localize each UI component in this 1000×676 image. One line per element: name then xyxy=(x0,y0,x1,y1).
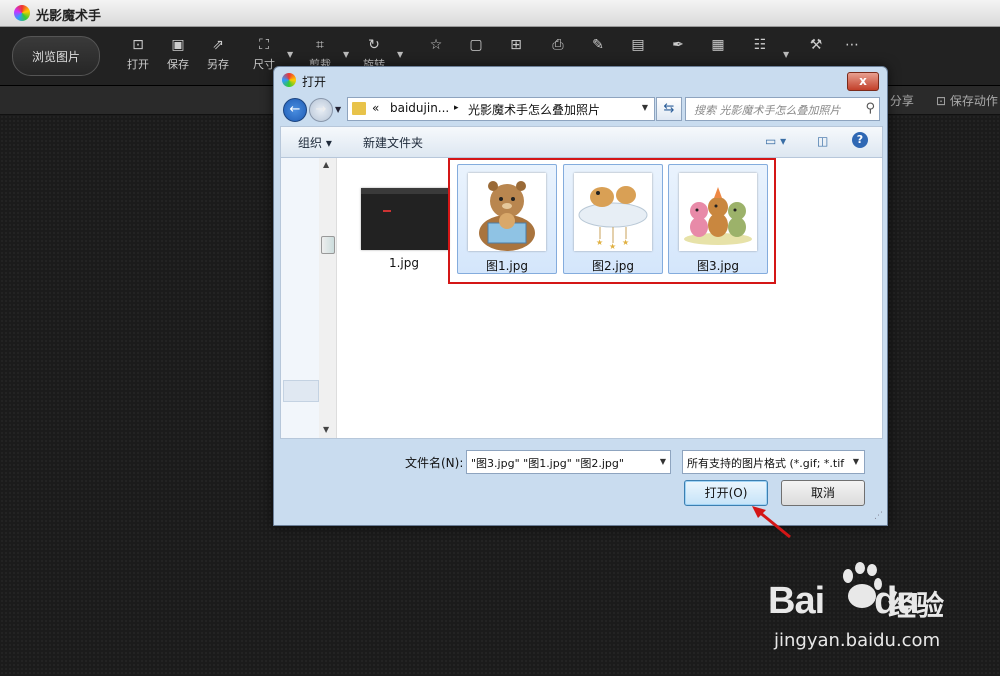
breadcrumb-overflow[interactable]: « xyxy=(372,101,379,115)
selection-highlight-box xyxy=(448,158,776,284)
collage-icon: ⊞ xyxy=(510,37,522,53)
app-logo-icon xyxy=(14,5,30,21)
forward-button[interactable]: → xyxy=(309,98,333,122)
view-menu-icon[interactable]: ▭ ▾ xyxy=(765,134,786,148)
scroll-up-icon[interactable]: ▲ xyxy=(323,160,329,169)
navigation-pane-selected-item[interactable] xyxy=(283,380,319,402)
filetype-select[interactable]: 所有支持的图片格式 (*.gif; *.tif ▼ xyxy=(682,450,865,474)
watermark-url: jingyan.baidu.com xyxy=(774,630,941,651)
save-button[interactable]: ▣ 保存 xyxy=(160,35,196,79)
baidu-jingyan-watermark: Bai du 经验 jingyan.baidu.com xyxy=(760,562,990,662)
search-icon[interactable]: ⚲ xyxy=(865,101,875,116)
resize-grip-icon[interactable]: ⋰ xyxy=(874,511,883,521)
search-placeholder: 搜索 光影魔术手怎么叠加照片 xyxy=(694,104,841,117)
watermark-cn: 经验 xyxy=(888,589,945,622)
search-box[interactable]: 搜索 光影魔术手怎么叠加照片 ⚲ xyxy=(685,97,880,121)
open-file-dialog: 打开 x ← → ▼ « baidujin... ▸ 光影魔术手怎么叠加照片 ▼… xyxy=(273,66,888,526)
file-name: 1.jpg xyxy=(388,256,420,270)
border-icon: ▢ xyxy=(469,37,483,53)
brush-icon: ✎ xyxy=(592,37,604,53)
save-label: 保存 xyxy=(167,58,189,71)
save-action-label: 保存动作 xyxy=(949,94,998,108)
scroll-down-icon[interactable]: ▼ xyxy=(323,425,329,434)
filetype-dropdown-icon[interactable]: ▼ xyxy=(848,451,864,473)
app-titlebar: 光影魔术手 xyxy=(0,0,1000,27)
rotate-icon: ↻ xyxy=(368,37,380,53)
address-dropdown-icon[interactable]: ▼ xyxy=(642,103,648,112)
address-bar[interactable]: « baidujin... ▸ 光影魔术手怎么叠加照片 ▼ xyxy=(347,97,655,121)
open-button[interactable]: ⊡ 打开 xyxy=(120,35,156,79)
close-button[interactable]: x xyxy=(847,72,879,91)
filename-value: "图3.jpg" "图1.jpg" "图2.jpg" xyxy=(471,457,624,470)
pen-icon: ✒ xyxy=(672,37,684,53)
file-thumbnail xyxy=(361,188,449,250)
rotate-dropdown-icon[interactable]: ▼ xyxy=(397,50,403,59)
annotation-arrow-icon xyxy=(752,506,791,539)
save-action-button[interactable]: ⊡ 保存动作 xyxy=(936,92,998,109)
app-title: 光影魔术手 xyxy=(36,9,102,24)
breadcrumb-parent[interactable]: baidujin... xyxy=(390,101,449,115)
dialog-title: 打开 xyxy=(302,75,327,89)
crop-icon: ⌗ xyxy=(316,37,324,53)
organize-menu[interactable]: 组织 ▾ xyxy=(298,134,332,151)
save-action-icon: ⊡ xyxy=(936,94,947,108)
wrench-icon: ⚒ xyxy=(809,37,823,53)
help-icon[interactable]: ? xyxy=(852,132,868,148)
navigation-scrollbar[interactable]: ▲ ▼ xyxy=(319,158,337,438)
layout-dropdown-icon[interactable]: ▼ xyxy=(783,50,789,59)
save-as-icon: ⇗ xyxy=(212,37,224,53)
forward-arrow-icon: → xyxy=(315,102,327,117)
crop-dropdown-icon[interactable]: ▼ xyxy=(343,50,349,59)
save-as-label: 另存 xyxy=(207,58,229,71)
save-as-button[interactable]: ⇗ 另存 xyxy=(200,35,236,79)
save-icon: ▣ xyxy=(171,37,185,53)
dialog-titlebar[interactable]: 打开 x xyxy=(274,67,887,93)
resize-dropdown-icon[interactable]: ▼ xyxy=(287,50,293,59)
breadcrumb-separator[interactable]: ▸ xyxy=(454,103,459,113)
dialog-app-icon xyxy=(282,73,296,87)
command-bar: 组织 ▾ 新建文件夹 ▭ ▾ ◫ ? xyxy=(280,126,883,158)
filename-label: 文件名(N): xyxy=(405,456,464,470)
refresh-button[interactable]: ⇆ xyxy=(656,97,682,121)
filename-field[interactable]: "图3.jpg" "图1.jpg" "图2.jpg" ▼ xyxy=(466,450,671,474)
calendar-icon: ▤ xyxy=(631,37,645,53)
layout-icon: ☷ xyxy=(753,37,767,53)
preview-pane-icon[interactable]: ◫ xyxy=(817,134,828,148)
back-arrow-icon: ← xyxy=(289,102,301,117)
history-dropdown-icon[interactable]: ▼ xyxy=(335,105,341,114)
batch-icon: ▦ xyxy=(711,37,725,53)
more-icon: ⋯ xyxy=(845,37,859,53)
print-icon: ⎙ xyxy=(552,37,564,53)
open-label: 打开 xyxy=(127,58,149,71)
open-icon: ⊡ xyxy=(132,37,144,53)
refresh-icon: ⇆ xyxy=(663,101,675,116)
share-label: 分享 xyxy=(889,94,914,108)
filetype-value: 所有支持的图片格式 (*.gif; *.tif xyxy=(687,457,845,470)
scroll-thumb[interactable] xyxy=(321,236,335,254)
resize-icon: ⛶ xyxy=(259,37,269,53)
folder-icon xyxy=(352,102,366,115)
new-folder-button[interactable]: 新建文件夹 xyxy=(363,134,423,151)
back-button[interactable]: ← xyxy=(283,98,307,122)
browse-images-button[interactable]: 浏览图片 xyxy=(12,36,100,76)
frame-icon: ☆ xyxy=(429,37,443,53)
filename-dropdown-icon[interactable]: ▼ xyxy=(660,457,666,466)
navigation-pane[interactable] xyxy=(281,158,320,438)
file-item-1jpg[interactable]: 1.jpg xyxy=(355,164,453,272)
breadcrumb-current[interactable]: 光影魔术手怎么叠加照片 xyxy=(468,101,600,118)
